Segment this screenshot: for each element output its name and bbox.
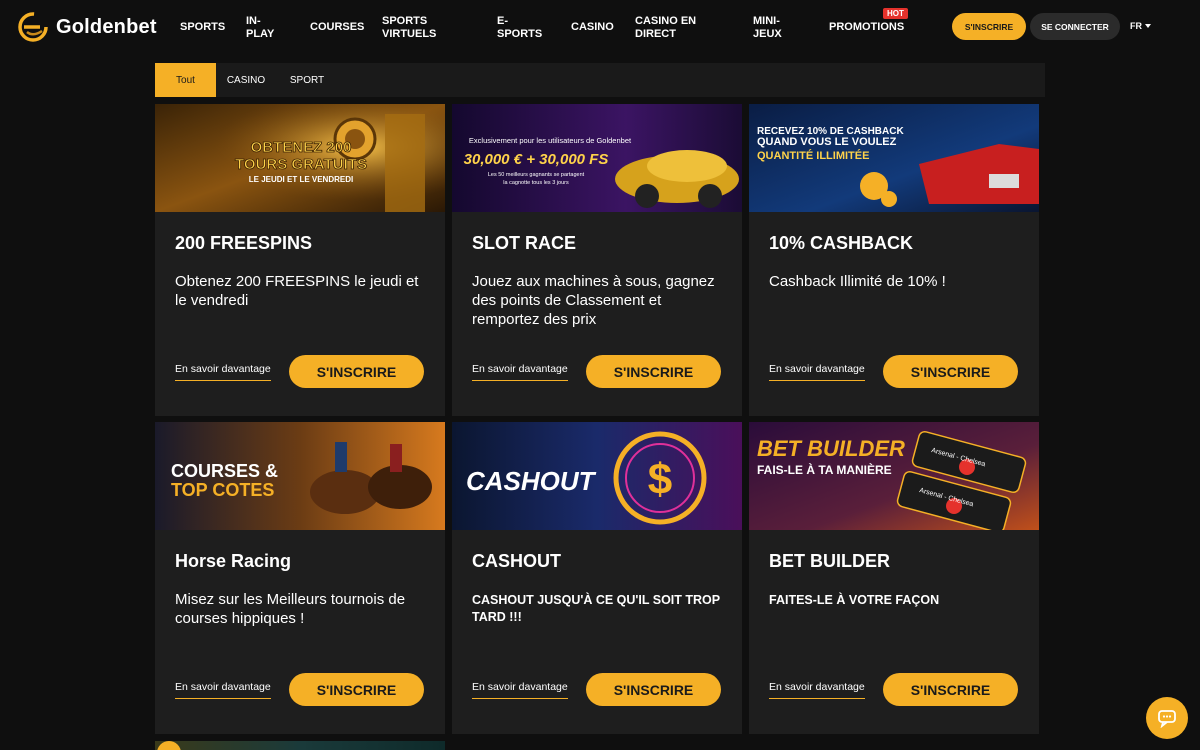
- filter-tab-casino[interactable]: CASINO: [216, 63, 276, 97]
- filter-tab-all[interactable]: Tout: [155, 63, 216, 97]
- card-title: BET BUILDER: [769, 551, 890, 571]
- banner-text: QUANTITÉ ILLIMITÉE: [757, 149, 869, 162]
- promo-card-cashback: RECEVEZ 10% DE CASHBACK QUAND VOUS LE VO…: [749, 104, 1039, 416]
- live-chat-button[interactable]: [1146, 697, 1188, 739]
- nav-casino[interactable]: CASINO: [571, 21, 614, 34]
- nav-e-sports[interactable]: E-SPORTS: [497, 15, 542, 40]
- card-description: FAITES-LE À VOTRE FAÇON: [769, 593, 940, 607]
- nav-casino-en-direct[interactable]: CASINO EN DIRECT: [635, 15, 715, 40]
- hot-badge: HOT: [883, 8, 908, 19]
- card-description: Obtenez 200 FREESPINS le jeudi et le ven…: [175, 273, 419, 309]
- promo-banner-horse-racing[interactable]: COURSES & TOP COTES: [155, 422, 445, 530]
- banner-text: QUAND VOUS LE VOULEZ: [757, 136, 897, 148]
- nav-in-play[interactable]: IN-PLAY: [246, 15, 280, 40]
- promo-card-freespins: OBTENEZ 200 TOURS GRATUITS LE JEUDI ET L…: [155, 104, 445, 416]
- banner-text: la cagnotte tous les 3 jours: [503, 180, 569, 186]
- register-button[interactable]: S'INSCRIRE: [952, 13, 1026, 40]
- nav-promotions[interactable]: PROMOTIONS: [829, 21, 904, 34]
- banner-text: Les 50 meilleurs gagnants se partagent: [488, 172, 585, 178]
- learn-more-link[interactable]: En savoir davantage: [472, 363, 568, 381]
- card-title: 10% CASHBACK: [769, 233, 914, 253]
- promo-banner-bet-builder[interactable]: BET BUILDER FAIS-LE À TA MANIÈRE Arsenal…: [749, 422, 1039, 530]
- banner-text: CASHOUT: [466, 466, 597, 496]
- chat-icon: [1158, 710, 1176, 728]
- coin-icon: [157, 741, 181, 750]
- promo-banner-cashback[interactable]: RECEVEZ 10% DE CASHBACK QUAND VOUS LE VO…: [749, 104, 1039, 212]
- nav-sports-virtuels[interactable]: SPORTS VIRTUELS: [382, 15, 442, 40]
- card-title: Horse Racing: [175, 551, 292, 571]
- promo-card-horse-racing: COURSES & TOP COTES Horse Racing Misez s…: [155, 422, 445, 734]
- promotion-filter-bar: Tout CASINO SPORT: [155, 63, 1045, 97]
- learn-more-link[interactable]: En savoir davantage: [472, 681, 568, 699]
- card-description: CASHOUT JUSQU'À CE QU'IL SOIT TROP TARD …: [472, 593, 720, 624]
- chevron-down-icon: [1145, 24, 1151, 28]
- card-register-button[interactable]: S'INSCRIRE: [883, 355, 1018, 388]
- learn-more-link[interactable]: En savoir davantage: [769, 363, 865, 381]
- card-register-button[interactable]: S'INSCRIRE: [289, 355, 424, 388]
- card-register-button[interactable]: S'INSCRIRE: [883, 673, 1018, 706]
- banner-text: FAIS-LE À TA MANIÈRE: [757, 462, 892, 477]
- promo-banner-slot-race[interactable]: Exclusivement pour les utilisateurs de G…: [452, 104, 742, 212]
- banner-text: Exclusivement pour les utilisateurs de G…: [469, 136, 632, 145]
- banner-text: LE JEUDI ET LE VENDREDI: [249, 175, 353, 184]
- promo-card-partial: [155, 741, 445, 750]
- promo-card-cashout: $ CASHOUT CASHOUT CASHOUT JUSQU'À CE QU'…: [452, 422, 742, 734]
- promo-card-slot-race: Exclusivement pour les utilisateurs de G…: [452, 104, 742, 416]
- banner-text: BET BUILDER: [757, 436, 905, 461]
- card-description: Jouez aux machines à sous, gagnez des po…: [472, 273, 715, 328]
- banner-text: 30,000 € + 30,000 FS: [464, 151, 609, 168]
- language-label: FR: [1130, 21, 1142, 31]
- card-title: 200 FREESPINS: [175, 233, 313, 253]
- promo-card-bet-builder: BET BUILDER FAIS-LE À TA MANIÈRE Arsenal…: [749, 422, 1039, 734]
- nav-mini-jeux[interactable]: MINI-JEUX: [753, 15, 793, 40]
- card-title: SLOT RACE: [472, 233, 577, 253]
- card-register-button[interactable]: S'INSCRIRE: [586, 355, 721, 388]
- logo-icon: [18, 12, 50, 42]
- nav-courses[interactable]: COURSES: [310, 21, 364, 34]
- brand-name: Goldenbet: [56, 15, 157, 38]
- learn-more-link[interactable]: En savoir davantage: [175, 681, 271, 699]
- card-title: CASHOUT: [472, 551, 561, 571]
- card-register-button[interactable]: S'INSCRIRE: [289, 673, 424, 706]
- filter-tab-sport[interactable]: SPORT: [276, 63, 338, 97]
- card-description: Misez sur les Meilleurs tournois de cour…: [175, 591, 406, 627]
- nav-sports[interactable]: SPORTS: [180, 21, 225, 34]
- learn-more-link[interactable]: En savoir davantage: [769, 681, 865, 699]
- banner-text: OBTENEZ 200: [251, 139, 352, 156]
- card-register-button[interactable]: S'INSCRIRE: [586, 673, 721, 706]
- banner-text: TOP COTES: [171, 480, 274, 500]
- promo-banner-cashout[interactable]: $ CASHOUT: [452, 422, 742, 530]
- banner-text: COURSES &: [171, 461, 278, 481]
- language-selector[interactable]: FR: [1130, 21, 1151, 31]
- learn-more-link[interactable]: En savoir davantage: [175, 363, 271, 381]
- svg-text:$: $: [648, 455, 672, 504]
- login-button[interactable]: SE CONNECTER: [1030, 13, 1120, 40]
- promo-banner-freespins[interactable]: OBTENEZ 200 TOURS GRATUITS LE JEUDI ET L…: [155, 104, 445, 212]
- top-header: Goldenbet SPORTS IN-PLAY COURSES SPORTS …: [0, 0, 1200, 54]
- brand-logo[interactable]: Goldenbet: [18, 12, 157, 42]
- card-description: Cashback Illimité de 10% !: [769, 273, 946, 290]
- banner-text: TOURS GRATUITS: [235, 156, 367, 173]
